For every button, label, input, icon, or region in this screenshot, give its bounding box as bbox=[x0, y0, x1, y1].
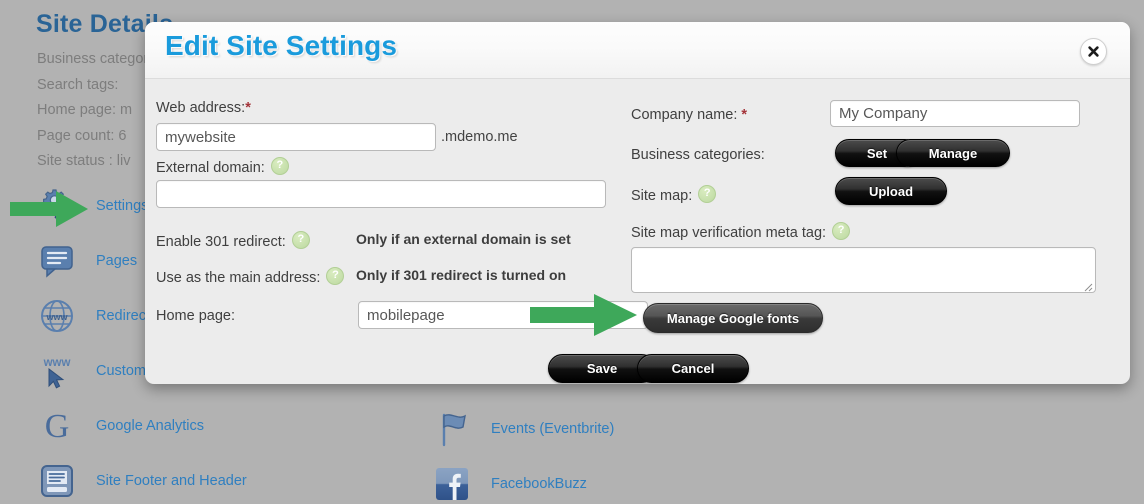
sidebar-item-label-facebookbuzz: FacebookBuzz bbox=[491, 475, 587, 492]
help-icon-main-address[interactable] bbox=[326, 267, 345, 285]
site-map-meta-tag-textarea[interactable] bbox=[631, 247, 1096, 293]
screen: Site Details Business categories: Search… bbox=[0, 0, 1144, 504]
required-marker-company-name: * bbox=[741, 107, 748, 123]
sidebar-item-label-events-eventbrite: Events (Eventbrite) bbox=[491, 420, 615, 437]
home-page-label: Home page: bbox=[156, 308, 235, 324]
sidebar-item-facebookbuzz[interactable]: FacebookBuzz bbox=[425, 456, 845, 504]
home-page-input[interactable] bbox=[358, 301, 648, 329]
company-name-label: Company name: * bbox=[631, 107, 748, 123]
web-address-suffix: .mdemo.me bbox=[441, 129, 518, 145]
help-icon-site-map[interactable] bbox=[698, 185, 717, 203]
company-name-input[interactable] bbox=[830, 100, 1080, 127]
enable-301-redirect-label: Enable 301 redirect: bbox=[156, 231, 312, 250]
google-g-icon: G bbox=[30, 404, 84, 448]
gears-icon bbox=[30, 184, 84, 228]
web-address-label: Web address:* bbox=[156, 100, 251, 116]
sidebar-item-site-footer-header[interactable]: Site Footer and Header bbox=[30, 453, 430, 504]
globe-www-icon: www bbox=[30, 294, 84, 338]
sidebar-item-label-site-footer-header: Site Footer and Header bbox=[96, 472, 247, 489]
sidebar-item-label-settings: Settings bbox=[96, 197, 149, 214]
help-icon-external-domain[interactable] bbox=[270, 157, 289, 175]
external-domain-input[interactable] bbox=[156, 180, 606, 208]
use-main-address-note: Only if 301 redirect is turned on bbox=[356, 267, 567, 283]
pages-icon bbox=[30, 239, 84, 283]
footer-header-icon bbox=[30, 459, 84, 503]
use-main-address-label: Use as the main address: bbox=[156, 267, 346, 286]
dialog-title: Edit Site Settings bbox=[165, 30, 398, 61]
sidebar-item-google-analytics[interactable]: G Google Analytics bbox=[30, 398, 430, 453]
svg-text:www: www bbox=[45, 312, 68, 322]
close-icon[interactable] bbox=[1080, 38, 1107, 65]
edit-site-settings-dialog: Edit Site Settings Web address:* .mdemo.… bbox=[145, 22, 1130, 384]
site-map-meta-tag-label: Site map verification meta tag: bbox=[631, 222, 852, 241]
manage-button[interactable]: Manage bbox=[896, 139, 1010, 167]
facebook-icon bbox=[425, 462, 479, 504]
dialog-body: Web address:* .mdemo.me External domain:… bbox=[145, 79, 1130, 384]
enable-301-redirect-note: Only if an external domain is set bbox=[356, 231, 571, 247]
external-domain-label: External domain: bbox=[156, 157, 291, 176]
manage-google-fonts-button[interactable]: Manage Google fonts bbox=[643, 303, 823, 333]
www-cursor-icon: www bbox=[30, 349, 84, 393]
web-address-input[interactable] bbox=[156, 123, 436, 151]
svg-text:www: www bbox=[43, 357, 71, 369]
sidebar-item-label-pages: Pages bbox=[96, 252, 138, 269]
required-marker-web-address: * bbox=[245, 100, 251, 116]
sidebar-item-label-google-analytics: Google Analytics bbox=[96, 417, 205, 434]
business-categories-label: Business categories: bbox=[631, 147, 765, 163]
site-map-meta-tag-field bbox=[631, 247, 1096, 293]
svg-text:G: G bbox=[45, 408, 70, 445]
upload-button[interactable]: Upload bbox=[835, 177, 947, 205]
cancel-button[interactable]: Cancel bbox=[637, 354, 749, 383]
site-map-label: Site map: bbox=[631, 185, 718, 204]
help-icon-enable-301[interactable] bbox=[291, 231, 310, 249]
dialog-header: Edit Site Settings bbox=[145, 22, 1130, 79]
help-icon-meta-tag[interactable] bbox=[832, 222, 851, 240]
sidebar-item-events-eventbrite[interactable]: Events (Eventbrite) bbox=[425, 401, 845, 456]
flag-icon bbox=[425, 407, 479, 451]
